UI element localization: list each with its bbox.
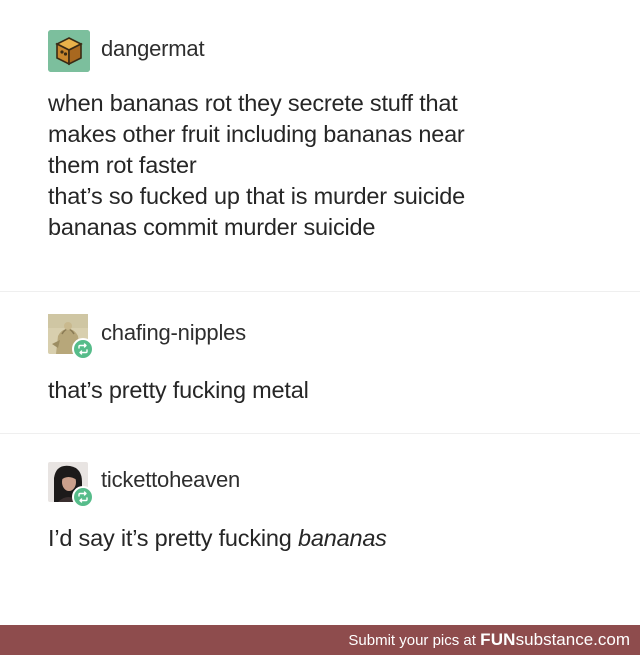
reblog-icon <box>78 343 88 355</box>
post-line: I’d say it’s pretty fucking bananas <box>48 523 387 554</box>
username-dangermat[interactable]: dangermat <box>101 36 205 62</box>
username-tickettoheaven[interactable]: tickettoheaven <box>101 467 240 493</box>
post-body-tickettoheaven: I’d say it’s pretty fucking bananas <box>48 523 387 554</box>
watermark-brand-bold: FUN <box>480 630 516 649</box>
avatar-tickettoheaven[interactable] <box>48 462 94 508</box>
watermark-brand-light: substance <box>515 630 594 649</box>
reblog-icon <box>78 491 88 503</box>
avatar-dangermat[interactable] <box>48 30 90 72</box>
post-line: that’s so fucked up that is murder suici… <box>48 183 465 209</box>
post-line: them rot faster <box>48 152 197 178</box>
post-line: when bananas rot they secrete stuff that <box>48 90 458 116</box>
watermark-brand-suffix: .com <box>593 630 630 649</box>
post-text: I’d say it’s pretty fucking <box>48 525 298 551</box>
post-divider <box>0 433 640 434</box>
post-body-dangermat: when bananas rot they secrete stuff that… <box>48 88 465 243</box>
post-line: that’s pretty fucking metal <box>48 377 309 403</box>
post-body-chafing-nipples: that’s pretty fucking metal <box>48 375 309 406</box>
watermark-footer: Submit your pics at FUNsubstance.com <box>0 625 640 655</box>
cube-avatar-icon <box>48 30 90 72</box>
watermark-text[interactable]: Submit your pics at FUNsubstance.com <box>348 630 630 651</box>
post-divider <box>0 291 640 292</box>
post-line: makes other fruit including bananas near <box>48 121 465 147</box>
watermark-prefix: Submit your pics at <box>348 632 481 649</box>
avatar-chafing-nipples[interactable] <box>48 314 94 360</box>
reblog-badge <box>72 338 94 360</box>
post-text-emphasis: bananas <box>297 525 387 551</box>
reblog-badge <box>72 486 94 508</box>
username-chafing-nipples[interactable]: chafing-nipples <box>101 320 246 346</box>
post-line: bananas commit murder suicide <box>48 214 376 240</box>
